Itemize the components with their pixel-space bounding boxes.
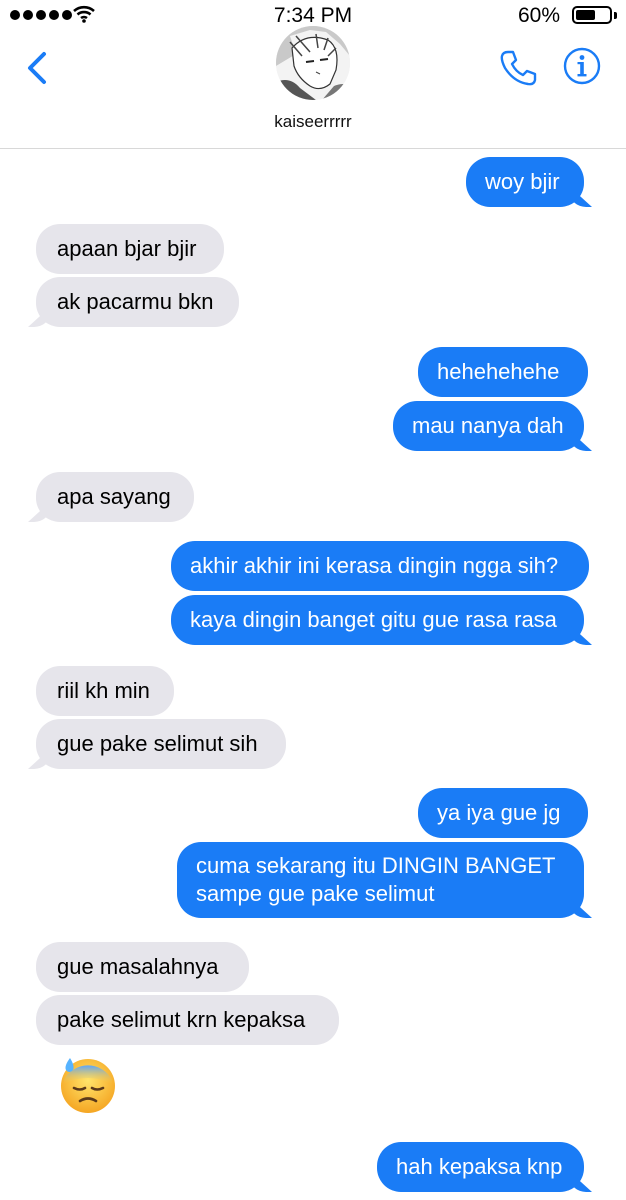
message-bubble-incoming[interactable]: gue pake selimut sih xyxy=(36,719,286,769)
conversation-header: kaiseerrrrr xyxy=(0,26,626,149)
message-bubble-incoming[interactable]: ak pacarmu bkn xyxy=(36,277,239,327)
message-bubble-incoming[interactable]: apa sayang xyxy=(36,472,194,522)
message-bubble-outgoing[interactable]: mau nanya dah xyxy=(393,401,584,451)
message-bubble-outgoing[interactable]: hehehehehe xyxy=(418,347,588,397)
message-bubble-outgoing[interactable]: akhir akhir ini kerasa dingin ngga sih? xyxy=(171,541,589,591)
message-bubble-outgoing[interactable]: ya iya gue jg xyxy=(418,788,588,838)
message-bubble-outgoing[interactable]: hah kepaksa knp xyxy=(377,1142,584,1192)
battery-percent: 60% xyxy=(517,4,560,27)
downcast-face-with-sweat-icon[interactable] xyxy=(58,1054,118,1114)
message-bubble-outgoing[interactable]: cuma sekarang itu DINGIN BANGET sampe gu… xyxy=(177,842,584,918)
battery-icon xyxy=(572,6,612,24)
info-icon[interactable] xyxy=(562,46,602,86)
message-bubble-incoming[interactable]: riil kh min xyxy=(36,666,174,716)
message-bubble-incoming[interactable]: apaan bjar bjir xyxy=(36,224,224,274)
battery-nub xyxy=(614,12,617,19)
message-bubble-outgoing[interactable]: kaya dingin banget gitu gue rasa rasa xyxy=(171,595,584,645)
message-bubble-incoming[interactable]: gue masalahnya xyxy=(36,942,249,992)
message-bubble-incoming[interactable]: pake selimut krn kepaksa xyxy=(36,995,339,1045)
avatar[interactable] xyxy=(276,26,350,100)
contact-name[interactable]: kaiseerrrrr xyxy=(0,112,626,132)
message-bubble-outgoing[interactable]: woy bjir xyxy=(466,157,584,207)
phone-icon[interactable] xyxy=(498,48,538,88)
back-chevron-icon[interactable] xyxy=(18,48,58,88)
